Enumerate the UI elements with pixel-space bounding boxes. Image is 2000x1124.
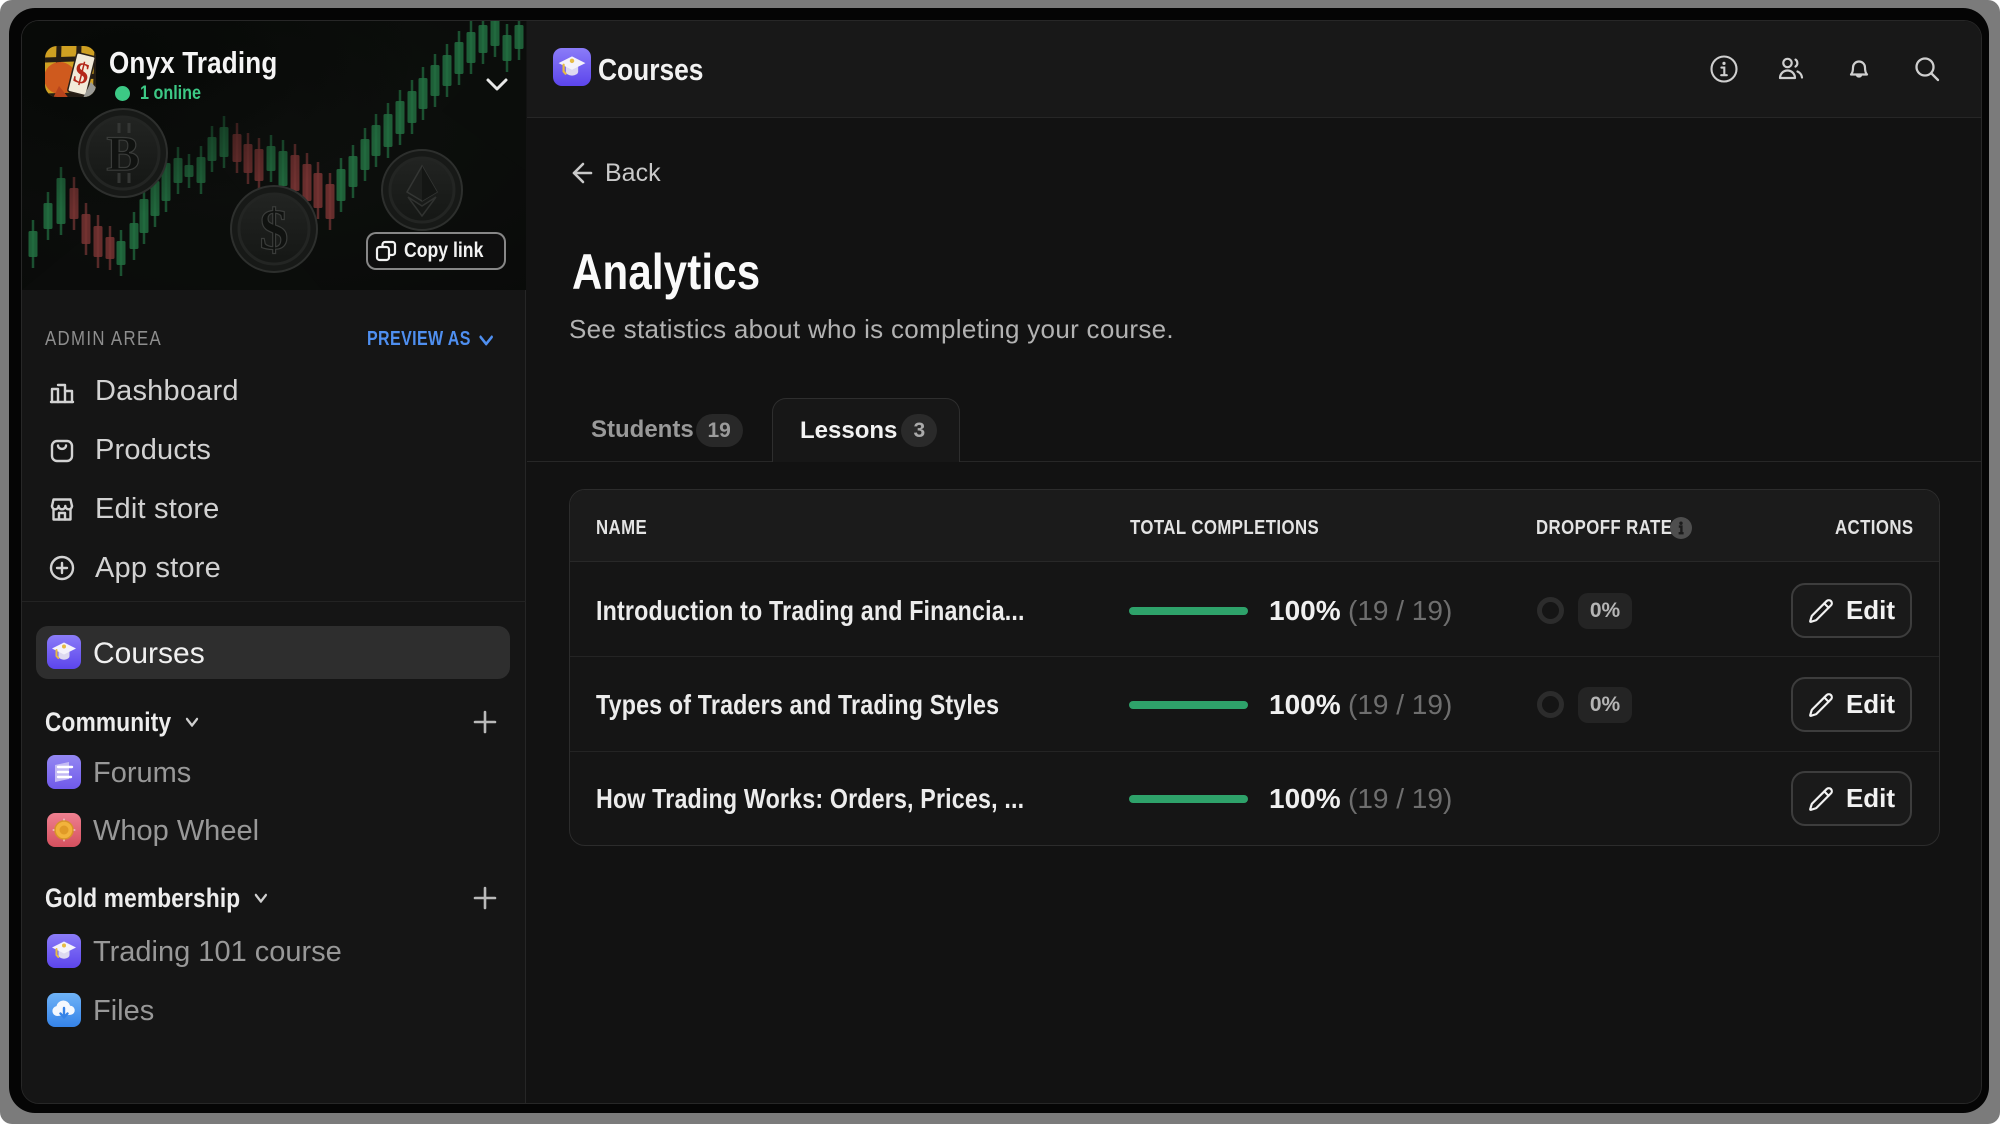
svg-text:$: $ <box>260 197 289 262</box>
svg-text:B: B <box>106 125 139 181</box>
